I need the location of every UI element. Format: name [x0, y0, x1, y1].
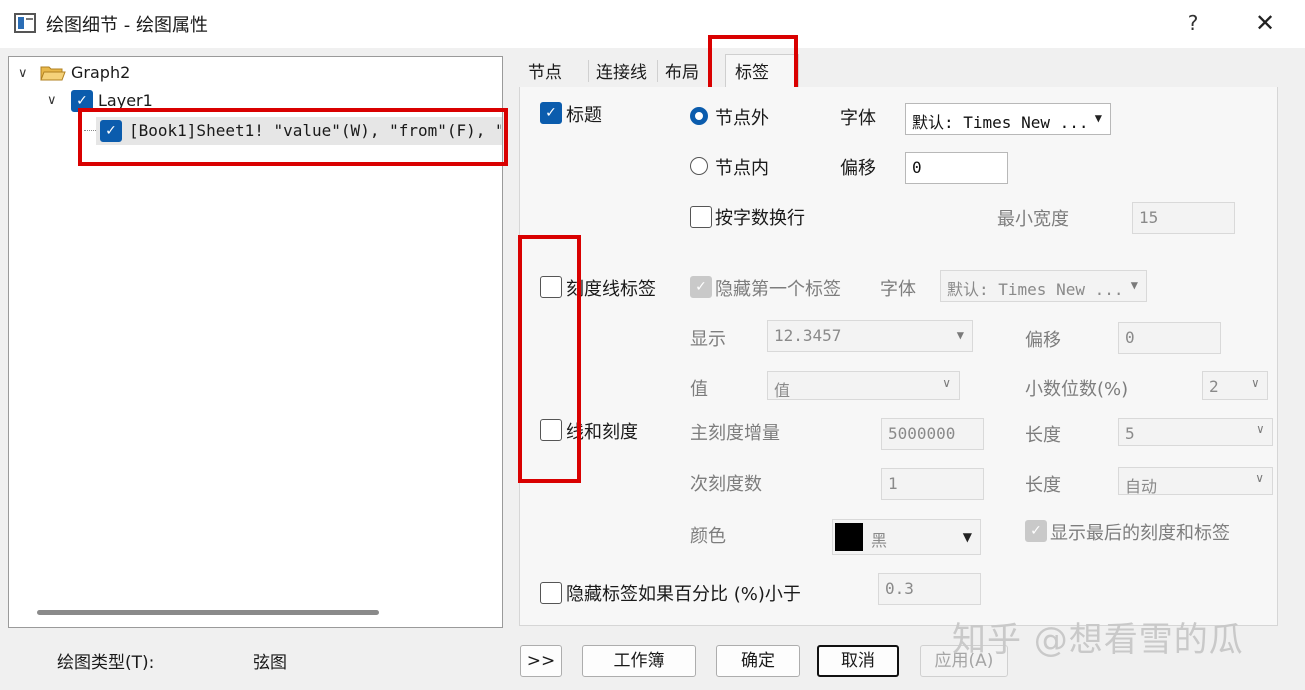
display-dropdown[interactable]: 12.3457 ▼ [767, 320, 973, 352]
title-checkbox-label: 标题 [566, 105, 602, 126]
chevron-down-icon: ∨ [1256, 422, 1264, 436]
tree-item-graph[interactable]: Graph2 [71, 63, 130, 82]
font-label: 字体 [840, 108, 876, 129]
offset-input[interactable]: 0 [905, 152, 1008, 184]
caret-down-icon: ▼ [1130, 278, 1138, 292]
caret-down-icon: ▼ [1094, 111, 1102, 125]
font-dropdown-value: 默认: Times New ... [912, 113, 1089, 132]
font-dropdown-2-value: 默认: Times New ... [947, 280, 1124, 299]
inside-node-label: 节点内 [715, 158, 769, 179]
offset-input-2[interactable]: 0 [1118, 322, 1221, 354]
plot-type-value: 弦图 [253, 653, 287, 673]
chevron-down-icon: ∨ [942, 376, 951, 390]
show-last-tick-checkbox[interactable]: ✓ [1025, 520, 1047, 542]
tab-divider [588, 60, 589, 82]
value-dropdown-value: 值 [774, 381, 791, 400]
tab-nodes[interactable]: 节点 [528, 58, 562, 86]
app-icon [14, 13, 36, 33]
outside-node-label: 节点外 [715, 108, 769, 129]
font-label-2: 字体 [880, 279, 916, 300]
length-dropdown-2[interactable]: 自动 ∨ [1118, 467, 1273, 496]
horizontal-scrollbar[interactable] [37, 610, 379, 615]
minor-count-input[interactable]: 1 [881, 468, 984, 500]
window-title: 绘图细节 - 绘图属性 [46, 15, 208, 36]
color-swatch [835, 523, 863, 551]
highlight-box-checkboxes [518, 235, 581, 483]
major-increment-label: 主刻度增量 [690, 423, 780, 444]
folder-open-icon [40, 66, 66, 81]
color-dropdown-value: 黑 [871, 531, 888, 550]
ok-button[interactable]: 确定 [716, 645, 800, 677]
wrap-by-chars-checkbox[interactable] [690, 206, 712, 228]
cancel-button[interactable]: 取消 [817, 645, 899, 677]
caret-down-icon: ▼ [956, 328, 964, 342]
hide-labels-pct-input[interactable]: 0.3 [878, 573, 981, 605]
offset-label-2: 偏移 [1025, 330, 1061, 351]
minor-count-label: 次刻度数 [690, 474, 762, 495]
font-dropdown[interactable]: 默认: Times New ... ▼ [905, 103, 1111, 135]
decimal-places-dropdown[interactable]: 2 ∨ [1202, 371, 1268, 400]
tab-links[interactable]: 连接线 [596, 58, 647, 86]
caret-down-icon: ▼ [962, 530, 972, 544]
decimal-places-label: 小数位数(%) [1025, 379, 1129, 400]
color-dropdown[interactable]: 黑 ▼ [832, 519, 981, 555]
workbook-button[interactable]: 工作簿 [582, 645, 696, 677]
offset-label: 偏移 [840, 158, 876, 179]
major-increment-input[interactable]: 5000000 [881, 418, 984, 450]
highlight-box-plot [78, 108, 508, 166]
title-checkbox[interactable]: ✓ [540, 102, 562, 124]
chevron-down-icon: ∨ [1251, 376, 1259, 390]
help-button[interactable]: ? [1178, 8, 1208, 38]
chevron-down-icon: ∨ [1255, 471, 1264, 485]
highlight-box-tab [708, 35, 798, 94]
hide-labels-pct-checkbox[interactable] [540, 582, 562, 604]
display-dropdown-value: 12.3457 [774, 326, 842, 345]
watermark: 知乎 @想看雪的瓜 [952, 620, 1244, 660]
outside-node-radio[interactable] [690, 107, 708, 125]
hide-first-label-label: 隐藏第一个标签 [715, 279, 841, 300]
wrap-by-chars-label: 按字数换行 [715, 208, 805, 229]
font-dropdown-2[interactable]: 默认: Times New ... ▼ [940, 270, 1147, 302]
show-last-tick-label: 显示最后的刻度和标签 [1050, 523, 1230, 544]
min-width-label: 最小宽度 [997, 209, 1069, 230]
decimal-places-value: 2 [1209, 377, 1219, 396]
length-label: 长度 [1025, 425, 1061, 446]
value-dropdown[interactable]: 值 ∨ [767, 371, 960, 400]
value-label: 值 [690, 379, 708, 400]
tab-divider [657, 60, 658, 82]
display-label: 显示 [690, 329, 726, 350]
min-width-input[interactable]: 15 [1132, 202, 1235, 234]
expand-button[interactable]: >> [520, 645, 562, 677]
length-label-2: 长度 [1025, 475, 1061, 496]
chevron-down-icon[interactable]: ∨ [47, 93, 57, 108]
length-dropdown-2-value: 自动 [1125, 477, 1158, 496]
length-dropdown-value: 5 [1125, 424, 1135, 443]
length-dropdown[interactable]: 5 ∨ [1118, 418, 1273, 446]
tab-layout[interactable]: 布局 [665, 58, 699, 86]
close-button[interactable]: ✕ [1248, 8, 1282, 38]
chevron-down-icon[interactable]: ∨ [18, 66, 28, 81]
plot-type-label: 绘图类型(T): [57, 653, 155, 673]
hide-first-label-checkbox[interactable]: ✓ [690, 276, 712, 298]
inside-node-radio[interactable] [690, 157, 708, 175]
color-label: 颜色 [690, 526, 726, 547]
hide-labels-pct-label: 隐藏标签如果百分比 (%)小于 [566, 584, 801, 605]
